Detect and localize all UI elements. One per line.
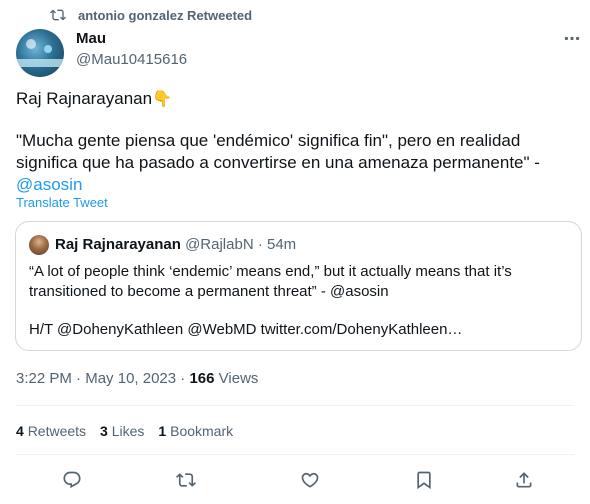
- retweet-icon: [176, 473, 196, 487]
- retweets-label: Retweets: [27, 423, 87, 439]
- reply-button[interactable]: [60, 468, 84, 492]
- bookmark-button[interactable]: [412, 468, 436, 492]
- mention-link[interactable]: @asosin: [16, 175, 82, 194]
- quoted-tweet[interactable]: Raj Rajnarayanan @RajlabN · 54m “A lot o…: [15, 221, 582, 351]
- like-button[interactable]: [298, 468, 322, 492]
- more-icon: [564, 36, 580, 40]
- views-label: Views: [218, 370, 259, 387]
- quoted-text-main: “A lot of people think ‘endemic’ means e…: [29, 263, 512, 300]
- tweet-line1: Raj Rajnarayanan: [16, 89, 153, 108]
- retweets-count: 4: [16, 423, 24, 439]
- bookmarks-stat[interactable]: 1 Bookmark: [158, 423, 233, 439]
- bookmark-icon: [417, 471, 431, 490]
- reply-icon: [63, 471, 81, 489]
- action-bar: [16, 468, 574, 494]
- author-handle[interactable]: @Mau10415616: [76, 51, 187, 68]
- like-icon: [301, 472, 319, 488]
- translate-tweet-link[interactable]: Translate Tweet: [16, 195, 108, 210]
- divider: [16, 405, 574, 406]
- more-options-button[interactable]: [562, 30, 582, 46]
- author-name[interactable]: Mau: [76, 30, 106, 47]
- divider: [16, 454, 574, 455]
- share-icon: [516, 472, 532, 488]
- meta-separator: ·: [180, 370, 186, 387]
- retweet-banner[interactable]: antonio gonzalez Retweeted: [50, 6, 252, 24]
- bookmarks-label: Bookmark: [170, 423, 234, 439]
- retweet-icon: [50, 7, 66, 23]
- bookmarks-count: 1: [158, 423, 167, 439]
- likes-stat[interactable]: 3 Likes: [100, 423, 144, 439]
- share-button[interactable]: [512, 468, 536, 492]
- pointing-down-emoji-icon: 👇: [152, 91, 173, 108]
- views-count: 166: [189, 370, 215, 387]
- quoted-author-handle: @RajlabN: [185, 236, 254, 253]
- avatar[interactable]: [16, 29, 64, 77]
- retweets-stat[interactable]: 4 Retweets: [16, 423, 86, 439]
- tweet-text: Raj Rajnarayanan👇 "Mucha gente piensa qu…: [16, 88, 576, 196]
- meta-separator: ·: [76, 370, 82, 387]
- quoted-time: 54m: [267, 236, 297, 253]
- quoted-text-credits: H/T @DohenyKathleen @WebMD twitter.com/D…: [29, 321, 463, 338]
- likes-label: Likes: [111, 423, 145, 439]
- tweet-time[interactable]: 3:22 PM: [16, 370, 72, 387]
- tweet-meta: 3:22 PM · May 10, 2023 · 166 Views: [16, 370, 258, 387]
- tweet-date[interactable]: May 10, 2023: [85, 370, 176, 387]
- quoted-separator: ·: [257, 236, 263, 253]
- engagement-stats: 4 Retweets 3 Likes 1 Bookmark: [16, 423, 233, 439]
- retweet-banner-text: antonio gonzalez Retweeted: [78, 7, 253, 23]
- retweet-button[interactable]: [174, 468, 198, 492]
- likes-count: 3: [100, 423, 108, 439]
- quoted-avatar: [29, 235, 49, 255]
- quoted-author-name: Raj Rajnarayanan: [55, 236, 181, 253]
- tweet-body: "Mucha gente piensa que 'endémico' signi…: [16, 131, 540, 172]
